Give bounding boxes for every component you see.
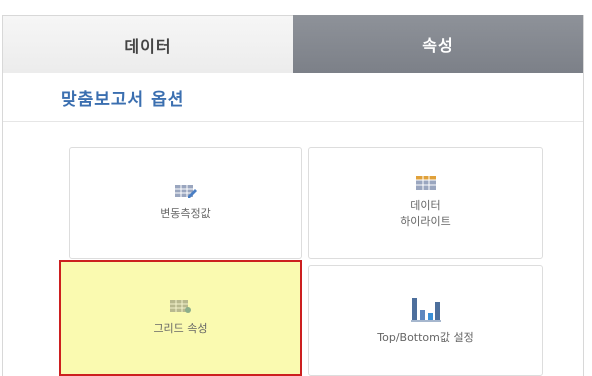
section-title: 맞춤보고서 옵션 xyxy=(61,90,185,110)
option-label: 데이터 하이라이트 xyxy=(400,199,451,228)
option-label: Top/Bottom값 설정 xyxy=(377,330,474,344)
tab-data-label: 데이터 xyxy=(124,36,172,56)
section-divider xyxy=(3,121,583,122)
table-edit-icon xyxy=(174,184,197,198)
option-change-measure[interactable]: 변동측정값 xyxy=(69,147,302,259)
tab-data[interactable]: 데이터 xyxy=(3,15,293,73)
option-grid-properties[interactable]: 그리드 속성 xyxy=(59,260,302,376)
option-label: 변동측정값 xyxy=(160,207,211,220)
option-label: 그리드 속성 xyxy=(153,322,208,335)
bar-chart-icon xyxy=(410,296,441,322)
table-highlight-icon xyxy=(415,176,436,190)
tab-properties[interactable]: 속성 xyxy=(293,15,583,73)
tab-properties-label: 속성 xyxy=(422,36,454,55)
options-panel: 데이터 속성 맞춤보고서 옵션 변동측정값 데이터 하이라이트 그리드 속성 T… xyxy=(2,15,584,376)
grid-settings-icon xyxy=(169,299,192,313)
option-top-bottom[interactable]: Top/Bottom값 설정 xyxy=(308,265,543,376)
tab-bar: 데이터 속성 xyxy=(3,15,583,73)
option-data-highlight[interactable]: 데이터 하이라이트 xyxy=(308,147,543,259)
